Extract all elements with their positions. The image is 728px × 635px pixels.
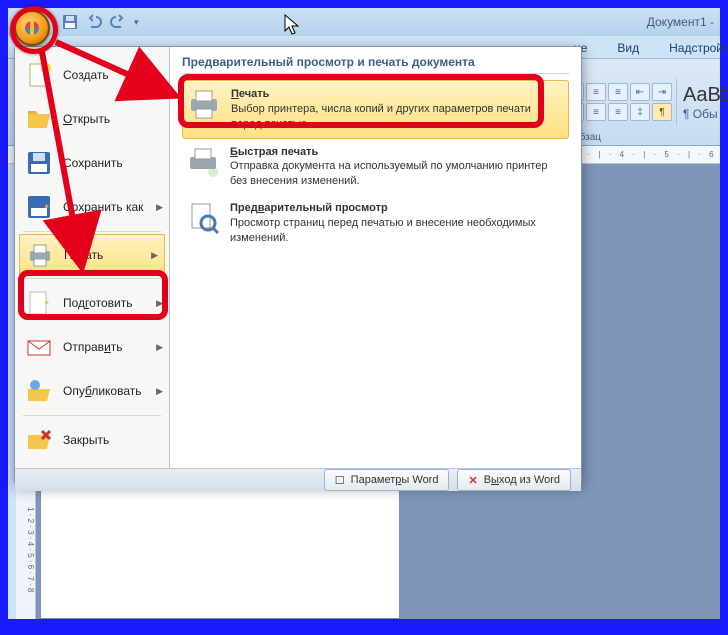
chevron-right-icon: ▶ <box>156 342 163 353</box>
submenu-title: Печать <box>231 87 564 102</box>
save-as-icon <box>25 193 53 221</box>
save-disk-icon <box>25 149 53 177</box>
office-menu-footer: ☐ Параметры Word ✕ Выход из Word <box>15 468 581 491</box>
indent-left-icon[interactable]: ⇤ <box>630 83 650 101</box>
submenu-desc: Отправка документа на используемый по ум… <box>230 160 547 187</box>
indent-right-icon[interactable]: ⇥ <box>652 83 672 101</box>
menu-item-send[interactable]: Отправить ▶ <box>15 325 169 369</box>
exit-word-button[interactable]: ✕ Выход из Word <box>457 469 571 491</box>
redo-icon[interactable] <box>110 14 126 30</box>
folder-open-icon <box>25 105 53 133</box>
submenu-desc: Просмотр страниц перед печатью и внесени… <box>230 217 536 244</box>
menu-item-close[interactable]: Закрыть <box>15 418 169 462</box>
numbering-icon[interactable]: ≡ <box>586 83 606 101</box>
button-label: Параметры Word <box>351 474 439 486</box>
save-icon[interactable] <box>62 14 78 30</box>
prepare-icon <box>25 289 53 317</box>
chevron-right-icon: ▶ <box>156 386 163 397</box>
chevron-right-icon: ▶ <box>156 298 163 309</box>
chevron-right-icon: ▶ <box>156 202 163 213</box>
menu-label: Печать <box>64 248 103 262</box>
align-center-icon[interactable]: ≡ <box>586 103 606 121</box>
line-spacing-icon[interactable]: ‡ <box>630 103 650 121</box>
menu-label: Опубликовать <box>63 384 141 398</box>
menu-label: Открыть <box>63 112 110 126</box>
ribbon-tab-addins[interactable]: Надстройки <box>663 38 728 58</box>
menu-label: Создать <box>63 68 109 82</box>
submenu-item-quick-print[interactable]: Быстрая печать Отправка документа на исп… <box>182 139 569 196</box>
word-options-button[interactable]: ☐ Параметры Word <box>324 469 450 491</box>
qat-dropdown-icon[interactable]: ▾ <box>134 17 139 28</box>
menu-item-print[interactable]: Печать ▶ <box>19 234 165 276</box>
office-menu-left: Создать Открыть Сохранить Сохранить как … <box>15 47 170 468</box>
quick-access-toolbar: ▾ <box>62 14 139 30</box>
options-icon: ☐ <box>335 474 345 487</box>
menu-label: Сохранить как <box>63 200 143 214</box>
menu-label: Закрыть <box>63 433 109 447</box>
submenu-desc: Выбор принтера, числа копий и других пар… <box>231 103 531 130</box>
menu-label: Сохранить <box>63 156 123 170</box>
preview-icon <box>186 201 220 235</box>
style-preview: AaBb <box>683 84 728 107</box>
align-right-icon[interactable]: ≡ <box>608 103 628 121</box>
send-icon <box>25 333 53 361</box>
pilcrow-icon[interactable]: ¶ <box>652 103 672 121</box>
menu-item-publish[interactable]: Опубликовать ▶ <box>15 369 169 413</box>
menu-item-open[interactable]: Открыть <box>15 97 169 141</box>
new-file-icon <box>25 61 53 89</box>
title-bar: ▾ Документ1 - <box>8 8 720 36</box>
ribbon-tab-view[interactable]: Вид <box>611 38 645 58</box>
button-label: Выход из Word <box>484 474 560 486</box>
office-menu-right: Предварительный просмотр и печать докуме… <box>170 47 581 468</box>
multilevel-icon[interactable]: ≡ <box>608 83 628 101</box>
close-icon: ✕ <box>468 474 477 487</box>
submenu-title: Предварительный просмотр и печать докуме… <box>182 55 569 74</box>
styles-group[interactable]: AaBb ¶ Обы <box>677 80 728 125</box>
quick-print-icon <box>186 145 220 179</box>
office-button[interactable] <box>14 10 50 46</box>
menu-item-prepare[interactable]: Подготовить ▶ <box>15 281 169 325</box>
style-name: ¶ Обы <box>683 107 728 121</box>
menu-item-save-as[interactable]: Сохранить как ▶ <box>15 185 169 229</box>
printer-icon <box>187 87 221 121</box>
submenu-item-print-preview[interactable]: Предварительный просмотр Просмотр страни… <box>182 195 569 252</box>
menu-item-create[interactable]: Создать <box>15 53 169 97</box>
menu-label: Подготовить <box>63 296 132 310</box>
office-menu: Создать Открыть Сохранить Сохранить как … <box>14 46 582 484</box>
close-file-icon <box>25 426 53 454</box>
document-title: Документ1 - <box>647 15 714 29</box>
menu-item-save[interactable]: Сохранить <box>15 141 169 185</box>
submenu-title: Быстрая печать <box>230 145 565 160</box>
vertical-ruler[interactable]: 1 · 2 · 3 · 4 · 5 · 6 · 7 · 8 <box>16 480 36 619</box>
chevron-right-icon: ▶ <box>151 250 158 261</box>
document-page[interactable] <box>40 490 400 619</box>
submenu-title: Предварительный просмотр <box>230 201 565 216</box>
menu-label: Отправить <box>63 340 123 354</box>
publish-icon <box>25 377 53 405</box>
submenu-item-print[interactable]: Печать Выбор принтера, числа копий и дру… <box>182 80 569 139</box>
printer-icon <box>26 241 54 269</box>
undo-icon[interactable] <box>86 14 102 30</box>
